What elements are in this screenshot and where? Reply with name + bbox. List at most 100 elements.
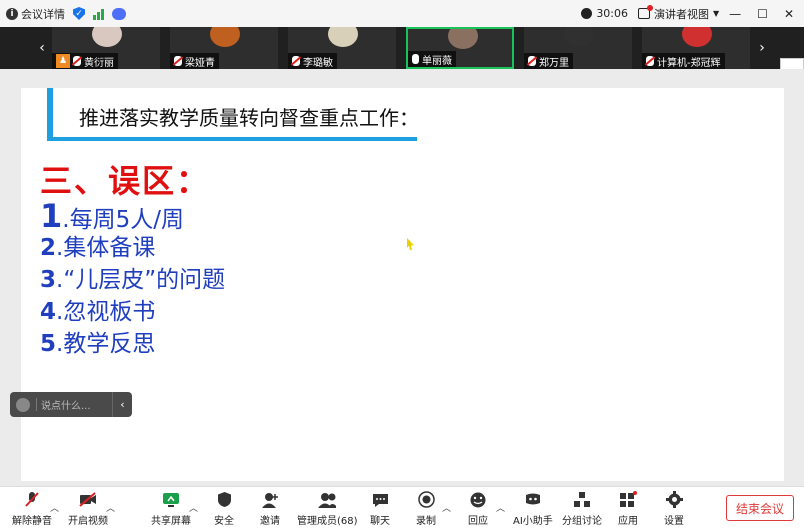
record-button[interactable]: 录制 xyxy=(416,491,436,527)
presenter-view-label: 演讲者视图 xyxy=(654,7,710,21)
participant-tile[interactable]: 郑万里 xyxy=(524,27,632,69)
slide-list-item: 1.每周5人/周 xyxy=(40,200,225,233)
mic-muted-icon xyxy=(646,56,654,66)
participant-name: 郑万里 xyxy=(539,57,569,69)
item-number: 5 xyxy=(40,331,57,357)
participant-name: 梁娅青 xyxy=(185,57,215,69)
breakout-icon xyxy=(573,491,591,508)
settings-label: 设置 xyxy=(664,516,684,527)
mouse-pointer-icon xyxy=(407,238,414,250)
item-text: .每周5人/周 xyxy=(62,207,184,233)
emoji-icon[interactable] xyxy=(16,397,30,412)
assistant-icon[interactable] xyxy=(112,7,126,20)
apps-icon xyxy=(619,491,637,508)
participant-label: 单丽薇 xyxy=(408,51,456,67)
strip-prev-button[interactable]: ‹ xyxy=(32,27,52,69)
mic-on-icon xyxy=(412,54,419,64)
share-screen-icon xyxy=(162,491,180,508)
participant-tile-active-speaker[interactable]: 单丽薇 xyxy=(406,27,514,69)
share-screen-button[interactable]: 共享屏幕 xyxy=(151,491,191,527)
reactions-label: 回应 xyxy=(468,516,488,527)
mic-muted-icon xyxy=(174,56,182,66)
slide-list-item: 5.教学反思 xyxy=(40,328,225,360)
invite-button[interactable]: 邀请 xyxy=(260,491,280,527)
reactions-button[interactable]: 回应 xyxy=(468,491,488,527)
end-meeting-button[interactable]: 结束会议 xyxy=(726,495,794,521)
participant-video xyxy=(92,27,122,47)
settings-button[interactable]: 设置 xyxy=(664,491,684,527)
participant-strip: ‹ ♟ 黄衍丽 梁娅青 李璐敏 单丽薇 郑万里 计算机-郑冠辉 › xyxy=(0,27,804,69)
participant-tile[interactable]: 李璐敏 xyxy=(288,27,396,69)
presenter-view-button[interactable]: 演讲者视图 ▼ xyxy=(638,5,720,22)
title-bar: i 会议详情 ✓ 30:06 演讲者视图 ▼ — ☐ ✕ xyxy=(0,0,804,27)
quick-chat-bar[interactable]: 说点什么... ‹ xyxy=(10,392,132,417)
apps-button[interactable]: 应用 xyxy=(618,491,638,527)
item-text: .“儿层皮”的问题 xyxy=(56,267,226,293)
slide-list: 1.每周5人/周 2.集体备课 3.“儿层皮”的问题 4.忽视板书 5.教学反思 xyxy=(40,200,225,360)
participant-video xyxy=(564,27,594,47)
chevron-up-icon[interactable]: ︿ xyxy=(50,501,59,514)
chevron-up-icon[interactable]: ︿ xyxy=(442,501,451,514)
strip-next-button[interactable]: › xyxy=(752,27,772,69)
maximize-button[interactable]: ☐ xyxy=(757,7,768,21)
participant-video xyxy=(210,27,240,47)
host-icon: ♟ xyxy=(56,54,70,68)
presentation-slide: 推进落实教学质量转向督查重点工作： 三、误区： 1.每周5人/周 2.集体备课 … xyxy=(21,88,784,481)
meeting-toolbar: 解除静音 ︿ 开启视频 ︿ 共享屏幕 ︿ 安全 邀请 管理成员(68) 聊天 录… xyxy=(0,486,804,528)
meeting-details-button[interactable]: i 会议详情 xyxy=(6,6,65,22)
record-icon xyxy=(417,491,435,508)
shared-screen-area: 推进落实教学质量转向督查重点工作： 三、误区： 1.每周5人/周 2.集体备课 … xyxy=(0,69,804,486)
breakout-label: 分组讨论 xyxy=(562,516,602,527)
start-video-button[interactable]: 开启视频 xyxy=(68,491,108,527)
meeting-timer: 30:06 xyxy=(581,7,628,20)
ai-assistant-button[interactable]: AI小助手 xyxy=(513,491,553,527)
presenter-view-icon xyxy=(638,5,654,19)
ai-assistant-label: AI小助手 xyxy=(513,516,553,527)
participant-tile[interactable]: ♟ 黄衍丽 xyxy=(52,27,160,69)
slide-heading: 三、误区： xyxy=(40,162,211,200)
divider xyxy=(36,398,37,411)
gear-icon xyxy=(665,491,683,508)
add-person-icon xyxy=(261,491,279,508)
slide-list-item: 3.“儿层皮”的问题 xyxy=(40,264,225,296)
participant-label: 郑万里 xyxy=(524,53,573,69)
chat-button[interactable]: 聊天 xyxy=(370,491,390,527)
ai-assistant-icon xyxy=(524,491,542,508)
chevron-up-icon[interactable]: ︿ xyxy=(496,501,505,514)
unmute-button[interactable]: 解除静音 xyxy=(12,491,52,527)
breakout-rooms-button[interactable]: 分组讨论 xyxy=(562,491,602,527)
meeting-time: 30:06 xyxy=(596,7,629,20)
slide-accent-bar xyxy=(47,88,53,141)
chat-input[interactable]: 说点什么... xyxy=(41,397,112,412)
participant-tile[interactable]: 计算机-郑冠辉 xyxy=(642,27,750,69)
share-screen-label: 共享屏幕 xyxy=(151,516,191,527)
minimize-button[interactable]: — xyxy=(729,7,741,21)
chevron-left-icon: ‹ xyxy=(39,40,45,56)
slide-title-underline xyxy=(47,137,417,141)
chevron-up-icon[interactable]: ︿ xyxy=(189,501,198,514)
chevron-up-icon[interactable]: ︿ xyxy=(106,501,115,514)
chat-icon xyxy=(371,491,389,508)
slide-list-item: 2.集体备课 xyxy=(40,232,225,264)
close-button[interactable]: ✕ xyxy=(784,7,794,21)
item-text: .教学反思 xyxy=(56,331,156,357)
security-shield-icon[interactable]: ✓ xyxy=(73,7,85,20)
start-video-label: 开启视频 xyxy=(68,516,108,527)
network-signal-icon[interactable] xyxy=(93,8,104,20)
participant-label: 李璐敏 xyxy=(288,53,337,69)
item-number: 3 xyxy=(40,267,57,293)
participant-tile[interactable]: 梁娅青 xyxy=(170,27,278,69)
info-icon: i xyxy=(6,7,18,20)
camera-off-icon xyxy=(79,491,97,508)
security-button[interactable]: 安全 xyxy=(214,491,234,527)
mic-muted-icon xyxy=(292,56,300,66)
item-text: .集体备课 xyxy=(56,235,156,261)
chevron-down-icon: ▼ xyxy=(713,9,720,18)
slide-list-item: 4.忽视板书 xyxy=(40,296,225,328)
members-icon xyxy=(318,491,337,508)
manage-members-button[interactable]: 管理成员(68) xyxy=(297,491,358,527)
participant-name: 单丽薇 xyxy=(422,55,452,67)
mic-muted-icon xyxy=(73,56,81,66)
chevron-left-icon[interactable]: ‹ xyxy=(112,392,132,417)
chat-label: 聊天 xyxy=(370,516,390,527)
